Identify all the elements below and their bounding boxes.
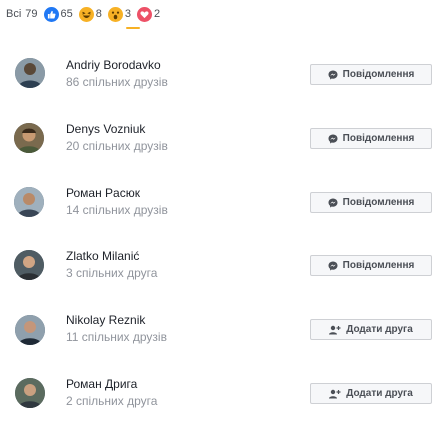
reactions-dialog: Всі 79 65 8 3 2 Andriy Borodavko 86 спіл… (0, 0, 443, 430)
message-button[interactable]: Повідомлення (310, 192, 432, 213)
list-item: Nikolay Reznik 11 спільних друзів Додати… (66, 313, 436, 369)
reaction-wow-count: 3 (124, 8, 132, 20)
message-button[interactable]: Повідомлення (310, 255, 432, 276)
avatar[interactable] (14, 187, 44, 217)
add-friend-button-label: Додати друга (346, 388, 413, 399)
message-button-label: Повідомлення (342, 260, 415, 271)
list-item: Denys Vozniuk 20 спільних друзів Повідом… (66, 122, 436, 178)
avatar[interactable] (14, 250, 44, 280)
messenger-icon (328, 70, 338, 80)
mutual-friends[interactable]: 20 спільних друзів (66, 139, 168, 153)
person-name[interactable]: Zlatko Milanić (66, 249, 139, 263)
message-button-label: Повідомлення (342, 69, 415, 80)
message-button-label: Повідомлення (342, 133, 415, 144)
mutual-friends[interactable]: 14 спільних друзів (66, 203, 168, 217)
messenger-icon (328, 198, 338, 208)
avatar[interactable] (15, 315, 45, 345)
add-friend-button[interactable]: Додати друга (310, 383, 432, 404)
haha-emoji-icon (78, 6, 94, 22)
message-button[interactable]: Повідомлення (310, 128, 432, 149)
avatar[interactable] (14, 123, 44, 153)
list-item: Zlatko Milanić 3 спільних друга Повідомл… (66, 249, 436, 305)
mutual-friends[interactable]: 2 спільних друга (66, 394, 157, 408)
list-item: Andriy Borodavko 86 спільних друзів Пові… (66, 58, 436, 114)
messenger-icon (328, 261, 338, 271)
add-friend-button[interactable]: Додати друга (310, 319, 432, 340)
avatar[interactable] (15, 378, 45, 408)
heart-reaction-icon (137, 6, 153, 22)
person-name[interactable]: Andriy Borodavko (66, 58, 161, 72)
avatar[interactable] (15, 58, 45, 88)
message-button-label: Повідомлення (342, 197, 415, 208)
person-name[interactable]: Denys Vozniuk (66, 122, 145, 136)
reaction-tab-wow[interactable]: 3 (107, 6, 132, 22)
add-friend-button-label: Додати друга (346, 324, 413, 335)
wow-emoji-icon (107, 6, 123, 22)
reaction-haha-count: 8 (95, 8, 102, 20)
list-item: Роман Рacюк 14 спільних друзів Повідомле… (66, 186, 436, 242)
person-name[interactable]: Роман Рacюк (66, 186, 140, 200)
selected-tab-indicator (126, 27, 140, 29)
person-name[interactable]: Роман Дрига (66, 377, 137, 391)
mutual-friends[interactable]: 86 спільних друзів (66, 75, 168, 89)
add-friend-icon (329, 389, 341, 399)
mutual-friends[interactable]: 3 спільних друга (66, 266, 157, 280)
message-button[interactable]: Повідомлення (310, 64, 432, 85)
messenger-icon (328, 134, 338, 144)
person-name[interactable]: Nikolay Reznik (66, 313, 145, 327)
reaction-tab-love[interactable]: 2 (137, 6, 161, 22)
list-item: Роман Дрига 2 спільних друга Додати друг… (66, 377, 436, 433)
reaction-love-count: 2 (154, 8, 161, 20)
avatar-column (0, 0, 60, 430)
reaction-like-count: 65 (60, 8, 73, 20)
mutual-friends[interactable]: 11 спільних друзів (66, 330, 167, 344)
reaction-tab-haha[interactable]: 8 (78, 6, 102, 22)
add-friend-icon (329, 325, 341, 335)
